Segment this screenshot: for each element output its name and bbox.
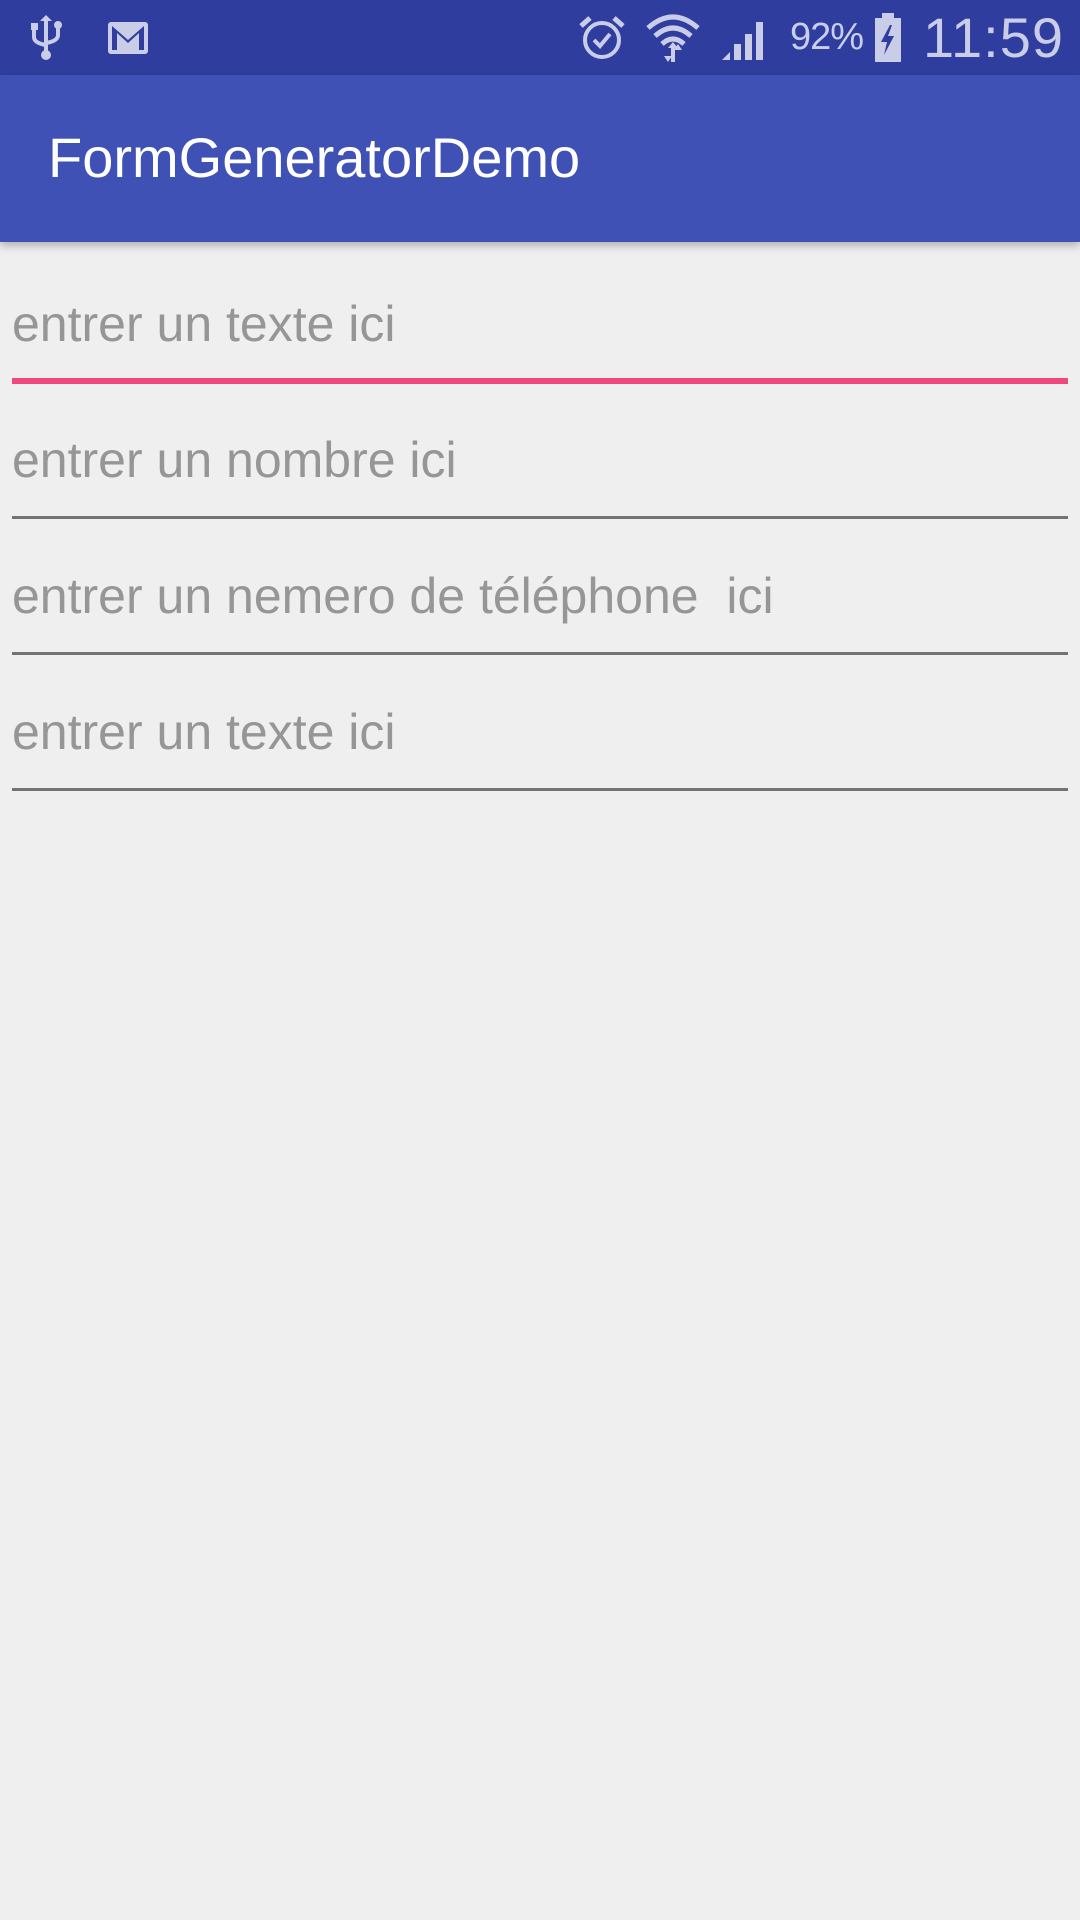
battery-charging-icon xyxy=(873,12,903,63)
text-field-2 xyxy=(12,680,1068,791)
status-bar: 92% 11:59 xyxy=(0,0,1080,75)
clock: 11:59 xyxy=(923,6,1064,69)
status-bar-left xyxy=(28,0,150,75)
battery-percent: 92% xyxy=(789,16,864,58)
phone-input[interactable] xyxy=(12,544,1068,648)
phone-input-underline xyxy=(12,652,1068,655)
usb-icon xyxy=(28,14,64,61)
status-bar-right: 92% 11:59 xyxy=(578,0,1064,75)
wifi-icon xyxy=(646,12,700,64)
alarm-icon xyxy=(578,14,626,62)
number-input-underline xyxy=(12,516,1068,519)
app-bar: FormGeneratorDemo xyxy=(0,75,1080,242)
signal-icon xyxy=(720,14,770,62)
phone-field xyxy=(12,544,1068,655)
app-title: FormGeneratorDemo xyxy=(48,126,581,189)
gmail-icon xyxy=(106,20,150,56)
text-input-1[interactable] xyxy=(12,272,1068,376)
text-input-2-underline xyxy=(12,788,1068,791)
number-input[interactable] xyxy=(12,408,1068,512)
text-input-1-underline xyxy=(12,378,1068,384)
text-input-2[interactable] xyxy=(12,680,1068,784)
number-field xyxy=(12,408,1068,519)
text-field-1 xyxy=(12,272,1068,384)
